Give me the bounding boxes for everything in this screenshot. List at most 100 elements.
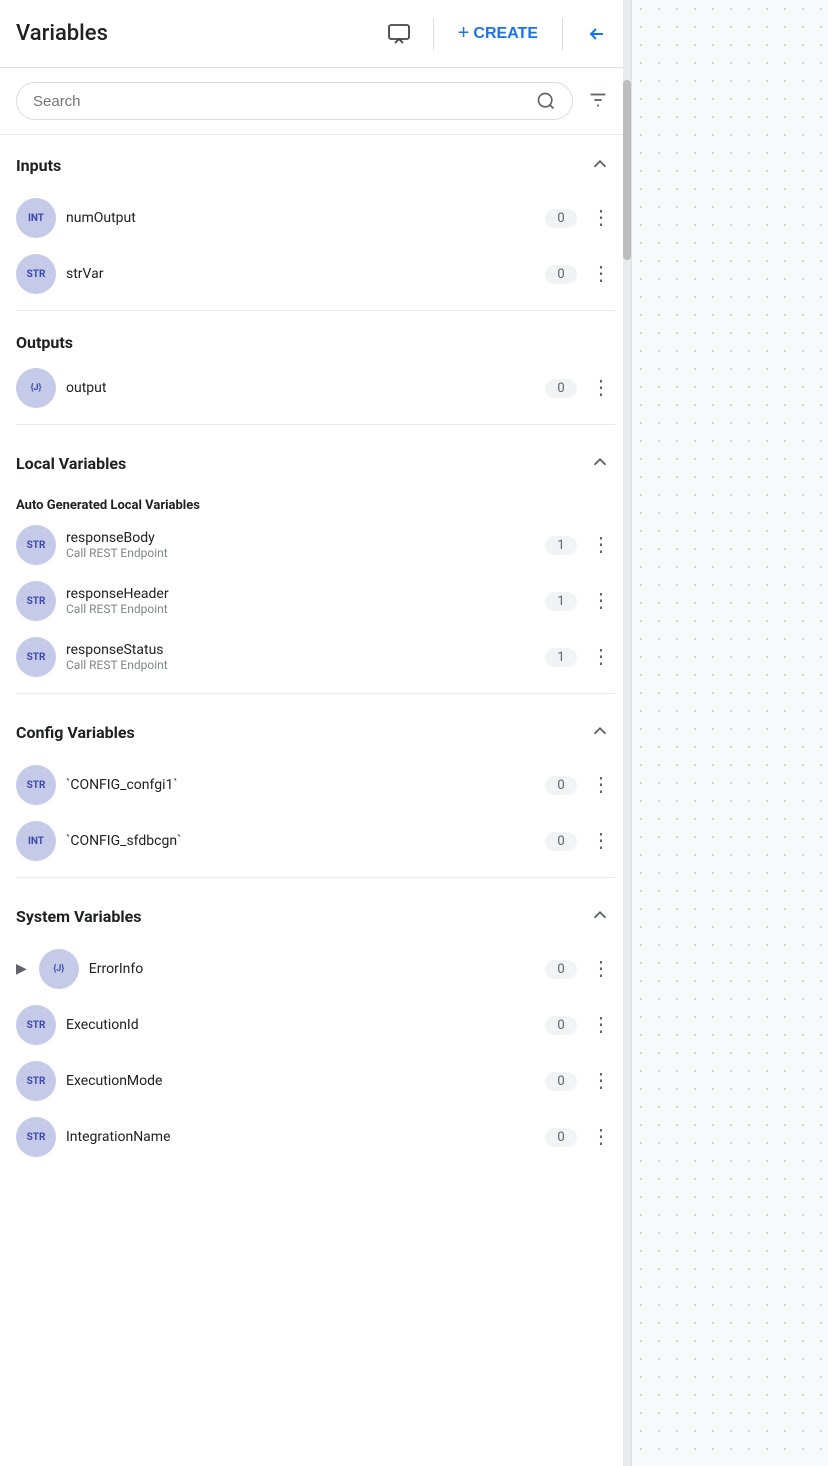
- collapse-icon-button[interactable]: [579, 16, 615, 52]
- variable-row: STR `CONFIG_confgi1` 0 ⋮: [0, 757, 631, 813]
- var-count: 1: [545, 536, 577, 555]
- var-count: 0: [545, 379, 577, 398]
- var-count: 0: [545, 960, 577, 979]
- var-name: responseBody: [66, 530, 535, 546]
- system-title: System Variables: [16, 907, 141, 926]
- section-divider: [16, 424, 615, 425]
- filter-button[interactable]: [581, 83, 615, 120]
- more-options-button[interactable]: ⋮: [587, 589, 615, 613]
- var-info: numOutput: [66, 210, 535, 226]
- var-badge-str: STR: [16, 765, 56, 805]
- section-divider: [16, 693, 615, 694]
- more-options-button[interactable]: ⋮: [587, 957, 615, 981]
- system-section-header: System Variables: [0, 886, 631, 941]
- var-sub: Call REST Endpoint: [66, 546, 535, 560]
- presentation-icon-button[interactable]: [381, 16, 417, 52]
- more-options-button[interactable]: ⋮: [587, 1125, 615, 1149]
- var-sub: Call REST Endpoint: [66, 658, 535, 672]
- create-label: CREATE: [473, 25, 538, 43]
- var-name: `CONFIG_confgi1`: [66, 777, 535, 793]
- var-name: responseHeader: [66, 586, 535, 602]
- header-divider: [433, 18, 434, 50]
- variable-row: STR responseHeader Call REST Endpoint 1 …: [0, 573, 631, 629]
- expand-arrow-icon[interactable]: ▶: [16, 961, 27, 977]
- inputs-section-header: Inputs: [0, 135, 631, 190]
- outputs-section-header: Outputs: [0, 319, 631, 360]
- search-input-wrap: [16, 82, 573, 120]
- var-info: `CONFIG_sfdbcgn`: [66, 833, 535, 849]
- var-count: 1: [545, 592, 577, 611]
- local-section-header: Local Variables: [0, 433, 631, 488]
- scrollbar-thumb[interactable]: [623, 80, 631, 260]
- more-options-button[interactable]: ⋮: [587, 533, 615, 557]
- var-info: responseBody Call REST Endpoint: [66, 530, 535, 560]
- var-count: 0: [545, 776, 577, 795]
- var-name: strVar: [66, 266, 535, 282]
- inputs-title: Inputs: [16, 156, 61, 175]
- variable-row: STR strVar 0 ⋮: [0, 246, 631, 302]
- outputs-title: Outputs: [16, 333, 73, 352]
- var-badge-str: STR: [16, 637, 56, 677]
- search-input[interactable]: [33, 93, 536, 110]
- var-count: 0: [545, 265, 577, 284]
- canvas-panel: View details Delete Du: [632, 0, 828, 1466]
- variable-row: INT `CONFIG_sfdbcgn` 0 ⋮: [0, 813, 631, 869]
- var-count: 1: [545, 648, 577, 667]
- more-options-button[interactable]: ⋮: [587, 1013, 615, 1037]
- var-info: ExecutionId: [66, 1017, 535, 1033]
- var-name: IntegrationName: [66, 1129, 535, 1145]
- var-badge-str: STR: [16, 581, 56, 621]
- more-options-button[interactable]: ⋮: [587, 376, 615, 400]
- header-divider-2: [562, 18, 563, 50]
- var-count: 0: [545, 1016, 577, 1035]
- more-options-button[interactable]: ⋮: [587, 773, 615, 797]
- local-collapse-button[interactable]: [585, 447, 615, 480]
- variable-row: STR responseStatus Call REST Endpoint 1 …: [0, 629, 631, 685]
- var-info: ErrorInfo: [89, 961, 535, 977]
- var-name: responseStatus: [66, 642, 535, 658]
- var-name: numOutput: [66, 210, 535, 226]
- var-sub: Call REST Endpoint: [66, 602, 535, 616]
- more-options-button[interactable]: ⋮: [587, 206, 615, 230]
- var-count: 0: [545, 1072, 577, 1091]
- var-info: responseHeader Call REST Endpoint: [66, 586, 535, 616]
- config-collapse-button[interactable]: [585, 716, 615, 749]
- var-badge-str: STR: [16, 525, 56, 565]
- auto-generated-sub-title: Auto Generated Local Variables: [0, 488, 631, 517]
- var-info: output: [66, 380, 535, 396]
- scrollbar-track: [623, 0, 631, 1466]
- variable-row: STR ExecutionId 0 ⋮: [0, 997, 631, 1053]
- variable-row: INT numOutput 0 ⋮: [0, 190, 631, 246]
- var-badge-str: STR: [16, 1117, 56, 1157]
- section-divider: [16, 310, 615, 311]
- var-name: `CONFIG_sfdbcgn`: [66, 833, 535, 849]
- search-icon: [536, 91, 556, 111]
- variable-row: STR IntegrationName 0 ⋮: [0, 1109, 631, 1165]
- var-badge-json: {J}: [39, 949, 79, 989]
- more-options-button[interactable]: ⋮: [587, 1069, 615, 1093]
- more-options-button[interactable]: ⋮: [587, 829, 615, 853]
- var-badge-str: STR: [16, 1061, 56, 1101]
- search-bar: [0, 68, 631, 135]
- var-badge-json: {J}: [16, 368, 56, 408]
- variable-row: ▶ {J} ErrorInfo 0 ⋮: [0, 941, 631, 997]
- variables-content: Inputs INT numOutput 0 ⋮ STR strVar 0 ⋮: [0, 135, 631, 1466]
- var-info: ExecutionMode: [66, 1073, 535, 1089]
- more-options-button[interactable]: ⋮: [587, 262, 615, 286]
- page-title: Variables: [16, 21, 381, 46]
- var-count: 0: [545, 209, 577, 228]
- var-name: ExecutionId: [66, 1017, 535, 1033]
- var-info: strVar: [66, 266, 535, 282]
- var-name: ErrorInfo: [89, 961, 535, 977]
- more-options-button[interactable]: ⋮: [587, 645, 615, 669]
- variable-row: STR responseBody Call REST Endpoint 1 ⋮: [0, 517, 631, 573]
- create-button[interactable]: + CREATE: [450, 16, 546, 51]
- section-divider: [16, 877, 615, 878]
- inputs-collapse-button[interactable]: [585, 149, 615, 182]
- header: Variables + CREATE: [0, 0, 631, 68]
- var-info: `CONFIG_confgi1`: [66, 777, 535, 793]
- system-collapse-button[interactable]: [585, 900, 615, 933]
- variable-row: STR ExecutionMode 0 ⋮: [0, 1053, 631, 1109]
- header-actions: + CREATE: [381, 16, 615, 52]
- create-plus-icon: +: [458, 22, 470, 45]
